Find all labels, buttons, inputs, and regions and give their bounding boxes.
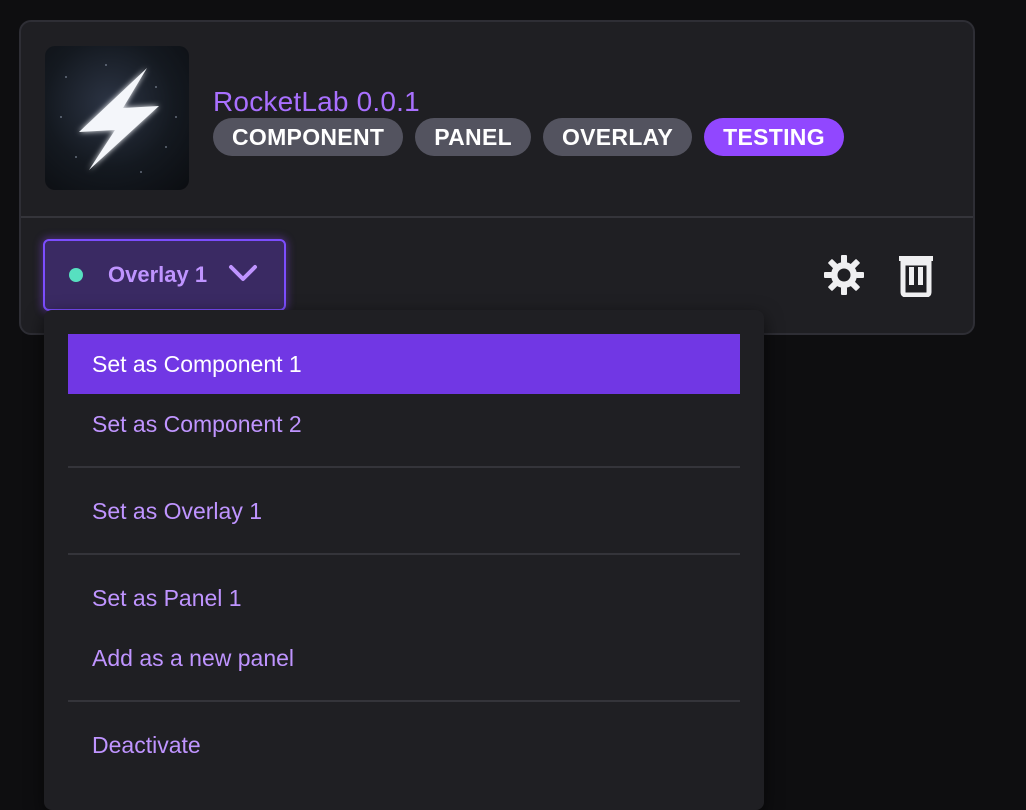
delete-button[interactable]: [894, 255, 938, 299]
chevron-down-icon: [227, 263, 259, 288]
slot-select-label: Overlay 1: [108, 262, 208, 287]
slot-select-dropdown[interactable]: Overlay 1: [43, 239, 286, 311]
tag-component: COMPONENT: [213, 118, 404, 156]
gear-icon: [823, 254, 865, 301]
extension-thumbnail: [45, 46, 189, 190]
menu-divider: [68, 700, 740, 702]
trash-icon: [896, 253, 936, 302]
menu-item-add-new-panel[interactable]: Add as a new panel: [68, 628, 740, 688]
menu-item-set-component-1[interactable]: Set as Component 1: [68, 334, 740, 394]
extension-card: RocketLab 0.0.1 COMPONENT PANEL OVERLAY …: [19, 20, 975, 335]
slot-dropdown-menu: Set as Component 1 Set as Component 2 Se…: [44, 310, 764, 810]
settings-button[interactable]: [822, 254, 866, 301]
extension-title[interactable]: RocketLab 0.0.1: [213, 86, 420, 118]
menu-item-set-panel-1[interactable]: Set as Panel 1: [68, 568, 740, 628]
lightning-bolt-icon: [79, 68, 159, 170]
tag-testing: TESTING: [704, 118, 844, 156]
tag-list: COMPONENT PANEL OVERLAY TESTING: [213, 118, 844, 156]
extension-card-header: RocketLab 0.0.1 COMPONENT PANEL OVERLAY …: [21, 22, 973, 218]
status-dot: [69, 268, 83, 282]
tag-panel: PANEL: [415, 118, 531, 156]
menu-item-deactivate[interactable]: Deactivate: [68, 715, 740, 775]
menu-item-set-component-2[interactable]: Set as Component 2: [68, 394, 740, 454]
menu-item-set-overlay-1[interactable]: Set as Overlay 1: [68, 481, 740, 541]
menu-divider: [68, 553, 740, 555]
menu-divider: [68, 466, 740, 468]
tag-overlay: OVERLAY: [542, 118, 693, 156]
